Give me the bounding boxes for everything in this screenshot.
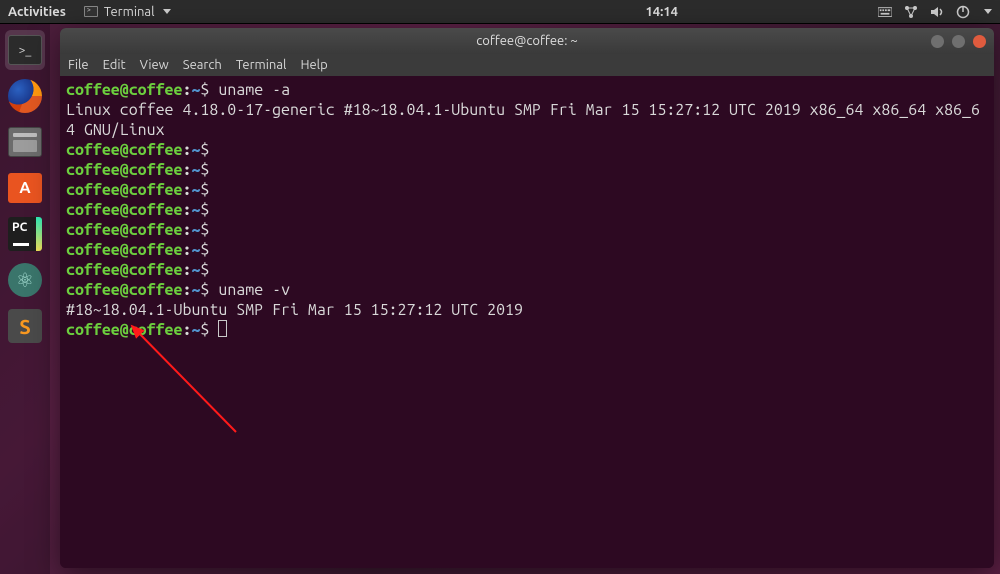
clock[interactable]: 14:14 [645, 5, 678, 19]
launcher-firefox[interactable] [5, 76, 45, 116]
terminal-prompt-line: coffee@coffee:~$ [66, 320, 988, 340]
keyboard-icon[interactable] [878, 5, 892, 19]
launcher-pycharm[interactable]: PC [5, 214, 45, 254]
terminal-prompt-line: coffee@coffee:~$ uname -a [66, 80, 988, 100]
window-title: coffee@coffee: ~ [476, 34, 578, 48]
power-icon[interactable] [956, 5, 970, 19]
chevron-down-icon [163, 9, 171, 14]
launcher-terminal[interactable]: >_ [5, 30, 45, 70]
maximize-button[interactable] [952, 35, 965, 48]
activities-button[interactable]: Activities [8, 5, 66, 19]
terminal-icon [84, 6, 98, 17]
sublime-icon: S [8, 309, 42, 343]
terminal-body[interactable]: coffee@coffee:~$ uname -aLinux coffee 4.… [60, 76, 994, 568]
menu-help[interactable]: Help [300, 58, 327, 72]
launcher-atom[interactable]: ⚛ [5, 260, 45, 300]
menu-view[interactable]: View [140, 58, 169, 72]
app-menu[interactable]: Terminal [84, 5, 171, 19]
menu-search[interactable]: Search [183, 58, 222, 72]
firefox-icon [8, 79, 42, 113]
files-icon [8, 127, 42, 157]
menubar: File Edit View Search Terminal Help [60, 54, 994, 76]
menu-terminal[interactable]: Terminal [236, 58, 287, 72]
window-titlebar[interactable]: coffee@coffee: ~ [60, 28, 994, 54]
system-tray [878, 5, 992, 19]
terminal-prompt-line: coffee@coffee:~$ [66, 140, 988, 160]
terminal-output: Linux coffee 4.18.0-17-generic #18~18.04… [66, 100, 988, 140]
minimize-button[interactable] [931, 35, 944, 48]
launcher: >_ A PC ⚛ S [0, 24, 50, 574]
chevron-down-icon[interactable] [984, 9, 992, 14]
software-center-icon: A [8, 173, 42, 203]
app-menu-label: Terminal [104, 5, 155, 19]
terminal-prompt-line: coffee@coffee:~$ [66, 240, 988, 260]
cursor [218, 320, 227, 337]
terminal-prompt-line: coffee@coffee:~$ [66, 160, 988, 180]
terminal-prompt-line: coffee@coffee:~$ [66, 220, 988, 240]
pycharm-icon: PC [8, 217, 42, 251]
network-icon[interactable] [904, 5, 918, 19]
atom-icon: ⚛ [8, 263, 42, 297]
close-button[interactable] [973, 35, 986, 48]
menu-edit[interactable]: Edit [103, 58, 126, 72]
menu-file[interactable]: File [68, 58, 89, 72]
terminal-prompt-line: coffee@coffee:~$ [66, 180, 988, 200]
terminal-prompt-line: coffee@coffee:~$ [66, 200, 988, 220]
launcher-files[interactable] [5, 122, 45, 162]
terminal-prompt-line: coffee@coffee:~$ [66, 260, 988, 280]
terminal-icon: >_ [8, 35, 42, 65]
top-panel: Activities Terminal 14:14 [0, 0, 1000, 24]
volume-icon[interactable] [930, 5, 944, 19]
launcher-software[interactable]: A [5, 168, 45, 208]
terminal-output: #18~18.04.1-Ubuntu SMP Fri Mar 15 15:27:… [66, 300, 988, 320]
terminal-prompt-line: coffee@coffee:~$ uname -v [66, 280, 988, 300]
terminal-window: coffee@coffee: ~ File Edit View Search T… [60, 28, 994, 568]
launcher-sublime[interactable]: S [5, 306, 45, 346]
